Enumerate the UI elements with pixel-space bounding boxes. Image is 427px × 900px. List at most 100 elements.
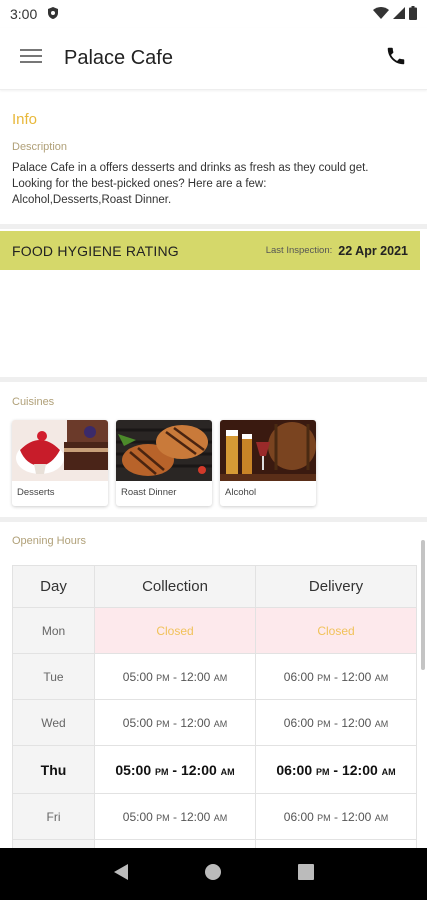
- inspection-date: 22 Apr 2021: [338, 243, 408, 258]
- content[interactable]: Info Description Palace Cafe in a offers…: [0, 90, 427, 848]
- open-time: 06:00: [283, 809, 314, 824]
- alcohol-image: [220, 420, 316, 481]
- cuisine-name: Desserts: [17, 487, 55, 498]
- collection-hours: 05:00 PM - 12:00 AM: [94, 699, 256, 746]
- delivery-hours: [255, 839, 417, 848]
- table-row: Tue 05:00 PM - 12:00 AM 06:00 PM - 12:00…: [12, 653, 417, 700]
- hygiene-rating-bar: FOOD HYGIENE RATING Last Inspection: 22 …: [0, 231, 420, 270]
- pm-label: PM: [317, 718, 331, 729]
- opening-hours-table: Day Collection Delivery Mon Closed Close…: [12, 565, 417, 848]
- am-label: AM: [213, 672, 228, 683]
- am-label: AM: [374, 672, 389, 683]
- open-time: 05:00: [122, 715, 153, 730]
- close-time: 12:00: [341, 761, 378, 778]
- battery-icon: [409, 5, 417, 23]
- pm-label: PM: [156, 672, 170, 683]
- day-cell: Thu: [12, 745, 95, 794]
- scrollbar[interactable]: [421, 540, 425, 670]
- desserts-image: [12, 420, 108, 481]
- day-cell: [12, 839, 95, 848]
- table-row: Mon Closed Closed: [12, 607, 417, 654]
- hygiene-label: FOOD HYGIENE RATING: [12, 242, 179, 259]
- day-cell: Mon: [12, 607, 95, 654]
- dash: -: [329, 761, 342, 778]
- day-cell: Tue: [12, 653, 95, 700]
- am-label: AM: [220, 766, 235, 777]
- pm-label: PM: [156, 718, 170, 729]
- status-icons: [373, 5, 417, 23]
- delivery-hours: 06:00 PM - 12:00 AM: [255, 793, 417, 840]
- delivery-hours: 06:00 PM - 12:00 AM: [255, 745, 417, 794]
- collection-closed: Closed: [94, 607, 256, 654]
- opening-hours-label: Opening Hours: [12, 535, 86, 547]
- header-delivery: Delivery: [255, 565, 417, 608]
- header-collection: Collection: [94, 565, 256, 608]
- open-time: 06:00: [283, 715, 314, 730]
- cuisine-card-desserts[interactable]: Desserts: [12, 420, 108, 506]
- status-time: 3:00: [10, 6, 38, 22]
- cuisine-name: Alcohol: [225, 487, 257, 498]
- app-bar: Palace Cafe: [0, 28, 427, 90]
- system-nav-bar: [0, 848, 427, 900]
- dash: -: [330, 715, 342, 730]
- day-cell: Wed: [12, 699, 95, 746]
- collection-hours: 05:00 PM - 12:00 AM: [94, 653, 256, 700]
- collection-hours: [94, 839, 256, 848]
- dash: -: [169, 809, 181, 824]
- dash: -: [330, 809, 342, 824]
- close-time: 12:00: [180, 669, 211, 684]
- home-icon[interactable]: [204, 863, 222, 886]
- pm-label: PM: [317, 672, 331, 683]
- page-title: Palace Cafe: [64, 47, 173, 69]
- collection-hours: 05:00 PM - 12:00 AM: [94, 793, 256, 840]
- cuisine-card-roast-dinner[interactable]: Roast Dinner: [116, 420, 212, 506]
- roast-dinner-image: [116, 420, 212, 481]
- open-time: 06:00: [276, 761, 313, 778]
- delivery-hours: 06:00 PM - 12:00 AM: [255, 653, 417, 700]
- table-row: Fri 05:00 PM - 12:00 AM 06:00 PM - 12:00…: [12, 793, 417, 840]
- am-label: AM: [213, 718, 228, 729]
- close-time: 12:00: [180, 715, 211, 730]
- dash: -: [169, 715, 181, 730]
- close-time: 12:00: [341, 715, 372, 730]
- pm-label: PM: [317, 812, 331, 823]
- description-label: Description: [12, 141, 68, 153]
- close-time: 12:00: [180, 761, 217, 778]
- info-title: Info: [12, 111, 38, 128]
- divider: [0, 517, 427, 522]
- table-row-today: Thu 05:00 PM - 12:00 AM 06:00 PM - 12:00…: [12, 745, 417, 794]
- dash: -: [168, 761, 181, 778]
- close-time: 12:00: [341, 669, 372, 684]
- am-label: AM: [374, 718, 389, 729]
- open-time: 05:00: [115, 761, 152, 778]
- inspection-label: Last Inspection:: [265, 245, 333, 256]
- phone-icon[interactable]: [385, 45, 407, 72]
- close-time: 12:00: [341, 809, 372, 824]
- divider: [0, 377, 427, 382]
- description-text: Palace Cafe in a offers desserts and dri…: [12, 162, 369, 206]
- am-label: AM: [374, 812, 389, 823]
- wifi-icon: [373, 6, 389, 22]
- open-time: 05:00: [122, 809, 153, 824]
- header-day: Day: [12, 565, 95, 608]
- am-label: AM: [213, 812, 228, 823]
- collection-hours: 05:00 PM - 12:00 AM: [94, 745, 256, 794]
- table-row: Wed 05:00 PM - 12:00 AM 06:00 PM - 12:00…: [12, 699, 417, 746]
- shield-icon: [47, 6, 59, 23]
- day-cell: Fri: [12, 793, 95, 840]
- menu-icon[interactable]: [20, 48, 42, 69]
- recents-icon[interactable]: [298, 863, 315, 885]
- delivery-hours: 06:00 PM - 12:00 AM: [255, 699, 417, 746]
- pm-label: PM: [155, 766, 169, 777]
- table-row-partial: [12, 839, 417, 848]
- cuisines-label: Cuisines: [12, 396, 55, 408]
- table-header-row: Day Collection Delivery: [12, 565, 417, 608]
- back-icon[interactable]: [113, 863, 129, 886]
- cuisine-name: Roast Dinner: [121, 487, 177, 498]
- cuisine-card-alcohol[interactable]: Alcohol: [220, 420, 316, 506]
- open-time: 06:00: [283, 669, 314, 684]
- am-label: AM: [381, 766, 396, 777]
- divider: [0, 224, 427, 229]
- status-bar: 3:00: [0, 0, 427, 28]
- dash: -: [330, 669, 342, 684]
